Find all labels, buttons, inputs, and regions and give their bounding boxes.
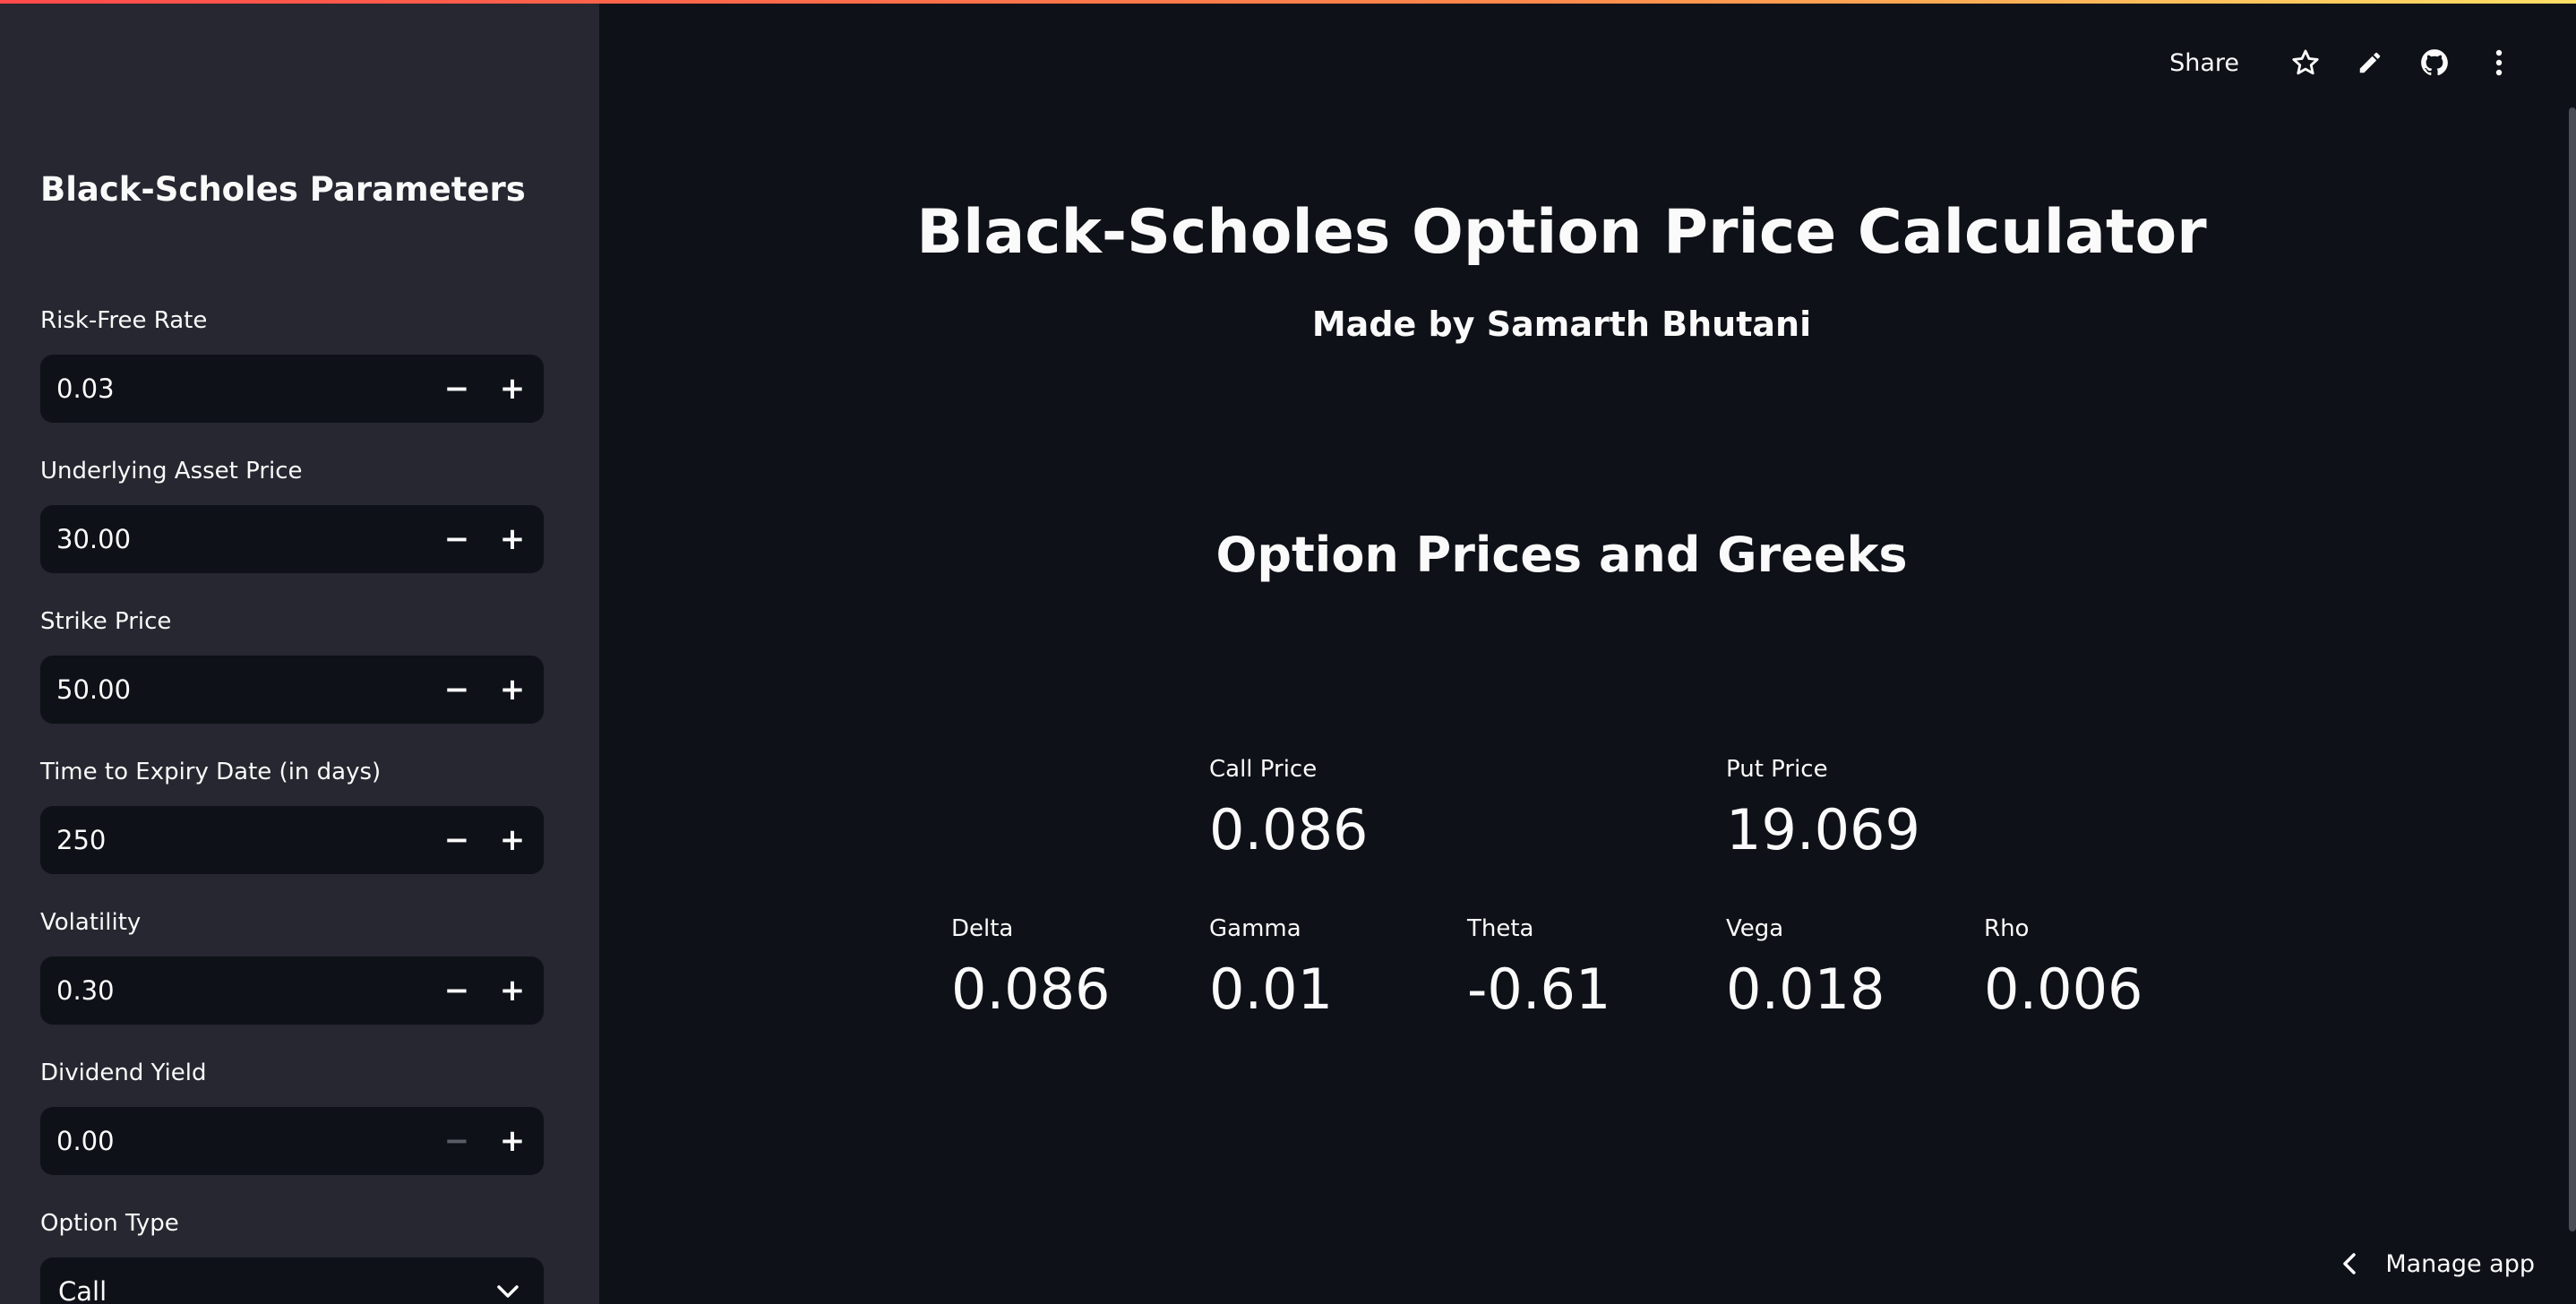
header-toolbar: Share xyxy=(2169,36,2531,90)
sidebar: Black-Scholes Parameters Risk-Free Rate … xyxy=(0,0,599,1304)
metric-value: 0.006 xyxy=(1984,957,2143,1022)
underlying-asset-price-input[interactable]: 30.00 − + xyxy=(40,505,544,573)
increment-button[interactable]: + xyxy=(485,1107,540,1175)
input-value[interactable]: 0.30 xyxy=(40,975,429,1006)
risk-free-rate-input[interactable]: 0.03 − + xyxy=(40,355,544,423)
input-value[interactable]: 0.03 xyxy=(40,373,429,404)
more-vert-icon[interactable] xyxy=(2467,36,2531,90)
scrollbar[interactable] xyxy=(2569,107,2576,1231)
pencil-icon[interactable] xyxy=(2338,36,2402,90)
metric-label: Delta xyxy=(951,915,1014,942)
field-label: Risk-Free Rate xyxy=(40,307,208,334)
metric-call-price: Call Price 0.086 xyxy=(1209,756,1451,862)
page-title: Black-Scholes Option Price Calculator xyxy=(916,197,2207,268)
page-subtitle: Made by Samarth Bhutani xyxy=(1311,305,1812,344)
metric-value: 0.086 xyxy=(1209,797,1369,862)
chevron-left-icon xyxy=(2342,1252,2357,1275)
decrement-button[interactable]: − xyxy=(429,806,485,874)
volatility-input[interactable]: 0.30 − + xyxy=(40,957,544,1025)
field-underlying-asset-price: Underlying Asset Price 30.00 − + xyxy=(40,455,544,573)
strike-price-input[interactable]: 50.00 − + xyxy=(40,656,544,724)
metric-label: Vega xyxy=(1726,915,1784,942)
decrement-button[interactable]: − xyxy=(429,656,485,724)
field-time-to-expiry: Time to Expiry Date (in days) 250 − + xyxy=(40,756,544,874)
field-dividend-yield: Dividend Yield 0.00 − + xyxy=(40,1057,544,1175)
field-label: Strike Price xyxy=(40,608,172,635)
top-accent-bar xyxy=(0,0,2576,4)
github-icon[interactable] xyxy=(2402,36,2467,90)
field-label: Option Type xyxy=(40,1210,179,1237)
metric-put-price: Put Price 19.069 xyxy=(1726,756,1968,862)
decrement-button[interactable]: − xyxy=(429,957,485,1025)
metric-delta: Delta 0.086 xyxy=(951,915,1193,1022)
option-type-select[interactable]: Call xyxy=(40,1257,544,1304)
decrement-button[interactable]: − xyxy=(429,1107,485,1175)
metric-rho: Rho 0.006 xyxy=(1984,915,2226,1022)
input-value[interactable]: 30.00 xyxy=(40,524,429,554)
field-label: Volatility xyxy=(40,909,142,936)
field-label: Dividend Yield xyxy=(40,1060,207,1086)
increment-button[interactable]: + xyxy=(485,957,540,1025)
metric-label: Rho xyxy=(1984,915,2030,942)
metric-value: 19.069 xyxy=(1726,797,1920,862)
field-label: Underlying Asset Price xyxy=(40,458,303,485)
metric-value: 0.01 xyxy=(1209,957,1334,1022)
chevron-down-icon[interactable] xyxy=(472,1284,544,1299)
manage-app-button[interactable]: Manage app xyxy=(2342,1241,2535,1286)
increment-button[interactable]: + xyxy=(485,355,540,423)
metric-theta: Theta -0.61 xyxy=(1467,915,1709,1022)
metric-vega: Vega 0.018 xyxy=(1726,915,1968,1022)
time-to-expiry-input[interactable]: 250 − + xyxy=(40,806,544,874)
metric-gamma: Gamma 0.01 xyxy=(1209,915,1451,1022)
input-value[interactable]: 0.00 xyxy=(40,1126,429,1156)
sidebar-title: Black-Scholes Parameters xyxy=(40,170,526,209)
share-button[interactable]: Share xyxy=(2169,49,2239,77)
increment-button[interactable]: + xyxy=(485,806,540,874)
input-value[interactable]: 50.00 xyxy=(40,674,429,705)
metric-label: Call Price xyxy=(1209,756,1318,783)
increment-button[interactable]: + xyxy=(485,505,540,573)
metric-label: Theta xyxy=(1467,915,1534,942)
manage-app-label: Manage app xyxy=(2385,1249,2535,1278)
input-value[interactable]: 250 xyxy=(40,825,429,855)
decrement-button[interactable]: − xyxy=(429,355,485,423)
metric-label: Gamma xyxy=(1209,915,1301,942)
decrement-button[interactable]: − xyxy=(429,505,485,573)
dividend-yield-input[interactable]: 0.00 − + xyxy=(40,1107,544,1175)
section-title: Option Prices and Greeks xyxy=(1215,527,1908,583)
increment-button[interactable]: + xyxy=(485,656,540,724)
metric-label: Put Price xyxy=(1726,756,1828,783)
field-label: Time to Expiry Date (in days) xyxy=(40,759,382,785)
metric-value: -0.61 xyxy=(1467,957,1611,1022)
metric-value: 0.086 xyxy=(951,957,1111,1022)
field-risk-free-rate: Risk-Free Rate 0.03 − + xyxy=(40,305,544,423)
star-icon[interactable] xyxy=(2273,36,2338,90)
select-value[interactable]: Call xyxy=(40,1276,472,1304)
field-strike-price: Strike Price 50.00 − + xyxy=(40,605,544,724)
field-volatility: Volatility 0.30 − + xyxy=(40,906,544,1025)
field-option-type: Option Type Call xyxy=(40,1207,544,1304)
metric-value: 0.018 xyxy=(1726,957,1885,1022)
